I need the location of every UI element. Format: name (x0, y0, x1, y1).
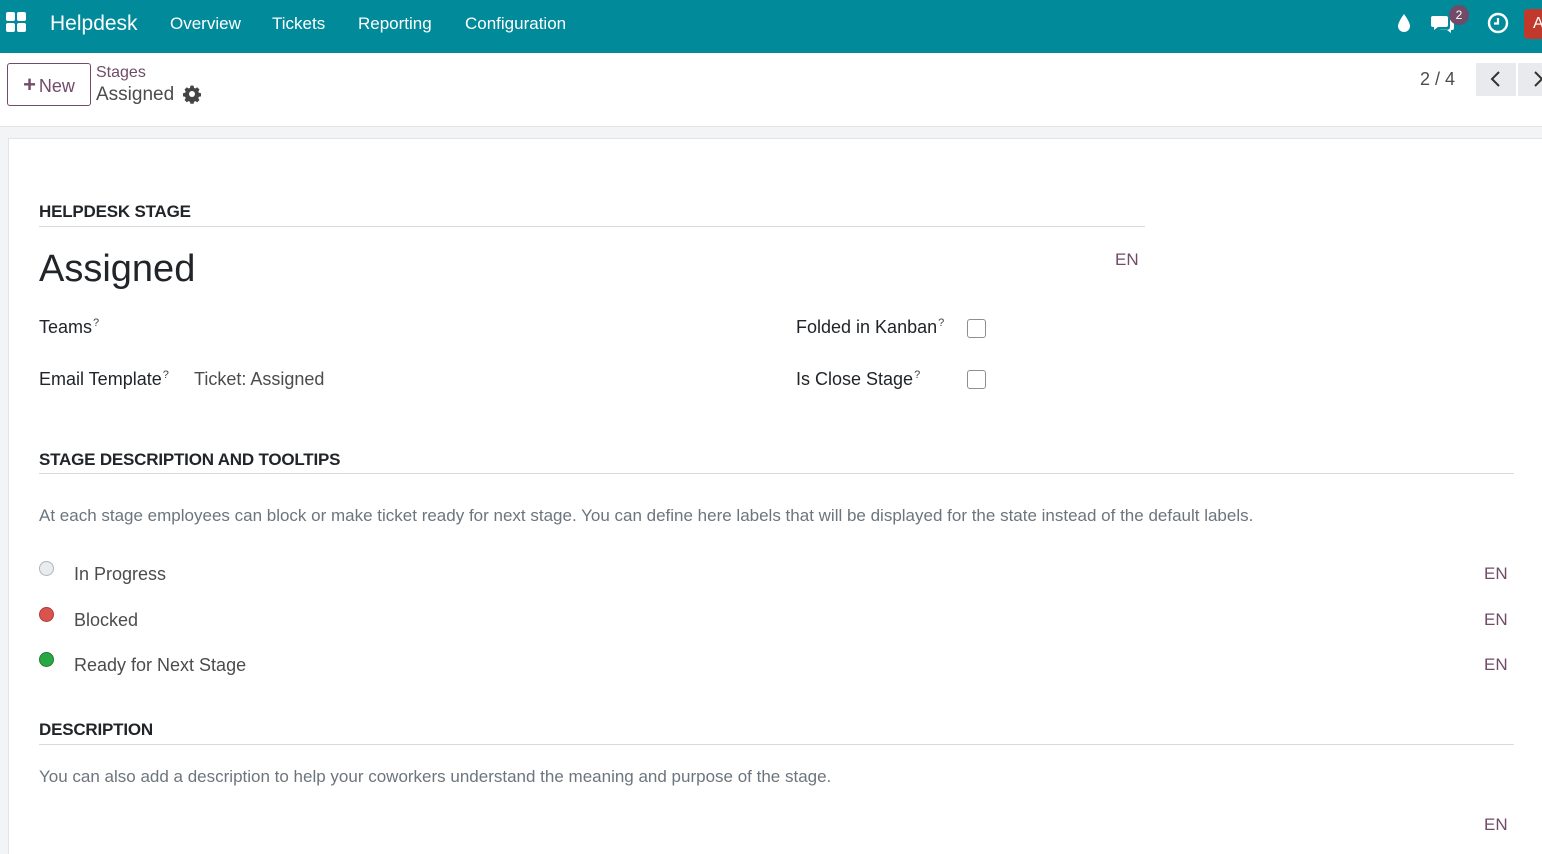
ready-status-icon (39, 652, 54, 667)
pager-next-button[interactable] (1518, 63, 1542, 96)
folded-in-kanban-label: Folded in Kanban? (796, 317, 945, 337)
in-progress-status-icon (39, 561, 54, 576)
breadcrumb-stages[interactable]: Stages (96, 63, 146, 83)
form-sheet: HELPDESK STAGE Assigned EN Teams? Email … (8, 138, 1542, 854)
plus-icon: + (23, 72, 36, 97)
section-title-description: DESCRIPTION (39, 720, 153, 739)
translate-ready[interactable]: EN (1484, 655, 1508, 675)
teams-label: Teams? (39, 317, 100, 337)
translate-description[interactable]: EN (1484, 815, 1508, 835)
pager-previous-button[interactable] (1476, 63, 1516, 96)
email-template-label: Email Template? (39, 369, 169, 389)
chevron-left-icon (1490, 71, 1500, 87)
user-avatar[interactable]: A (1524, 9, 1542, 39)
apps-grid-icon[interactable] (6, 12, 26, 32)
top-navbar: Helpdesk Overview Tickets Reporting Conf… (0, 0, 1542, 53)
section-divider (39, 473, 1514, 474)
menu-reporting[interactable]: Reporting (358, 13, 432, 35)
pager-value[interactable]: 2 / 4 (1420, 68, 1455, 90)
menu-configuration[interactable]: Configuration (465, 13, 566, 35)
blocked-label-field[interactable]: Blocked (74, 609, 138, 631)
menu-overview[interactable]: Overview (170, 13, 241, 35)
ready-label-field[interactable]: Ready for Next Stage (74, 654, 246, 676)
stage-name-field[interactable]: Assigned (39, 247, 195, 291)
help-tooltip-icon[interactable]: ? (914, 369, 920, 381)
new-button-label: New (38, 76, 75, 96)
description-field[interactable]: You can also add a description to help y… (39, 766, 831, 788)
folded-in-kanban-checkbox[interactable] (967, 319, 986, 338)
menu-tickets[interactable]: Tickets (272, 13, 325, 35)
section-title-helpdesk-stage: HELPDESK STAGE (39, 202, 191, 221)
in-progress-label-field[interactable]: In Progress (74, 563, 166, 585)
breadcrumb-current: Assigned (96, 84, 175, 105)
is-close-stage-label: Is Close Stage? (796, 369, 921, 389)
translate-blocked[interactable]: EN (1484, 610, 1508, 630)
section-divider (39, 744, 1514, 745)
clock-icon[interactable] (1487, 12, 1509, 34)
email-template-field[interactable]: Ticket: Assigned (194, 368, 324, 390)
app-brand[interactable]: Helpdesk (50, 11, 138, 37)
help-tooltip-icon[interactable]: ? (163, 369, 169, 381)
blocked-status-icon (39, 607, 54, 622)
help-tooltip-icon[interactable]: ? (93, 317, 99, 329)
messages-badge: 2 (1449, 5, 1469, 25)
translate-stage-name[interactable]: EN (1115, 250, 1139, 270)
new-button[interactable]: + New (7, 63, 91, 106)
section-divider (39, 226, 1145, 227)
section-title-stage-description: STAGE DESCRIPTION AND TOOLTIPS (39, 450, 341, 469)
translate-in-progress[interactable]: EN (1484, 564, 1508, 584)
is-close-stage-checkbox[interactable] (967, 370, 986, 389)
help-tooltip-icon[interactable]: ? (938, 317, 944, 329)
chevron-right-icon (1534, 71, 1542, 87)
drop-icon[interactable] (1393, 12, 1415, 34)
gear-icon[interactable] (182, 84, 202, 104)
control-panel: + New Stages Assigned 2 / 4 (0, 53, 1542, 127)
stage-description-help: At each stage employees can block or mak… (39, 506, 1254, 525)
